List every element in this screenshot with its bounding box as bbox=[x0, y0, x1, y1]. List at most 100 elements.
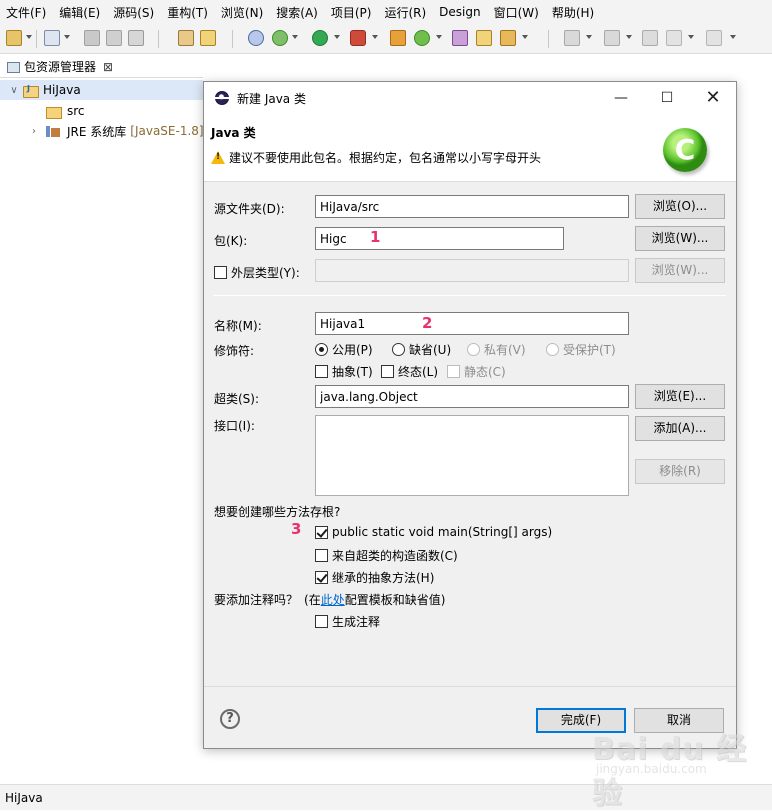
close-button[interactable]: ✕ bbox=[690, 82, 736, 114]
modifier-private-radio: 私有(V) bbox=[467, 341, 526, 358]
save-icon[interactable] bbox=[84, 30, 100, 46]
tree-item-src[interactable]: src bbox=[46, 101, 85, 121]
package-explorer-icon bbox=[6, 60, 20, 73]
forward-arrow-icon[interactable] bbox=[706, 30, 722, 46]
jre-version: [JavaSE-1.8] bbox=[130, 124, 204, 138]
checkbox-box[interactable] bbox=[315, 365, 328, 378]
modifier-final-checkbox[interactable]: 终态(L) bbox=[381, 363, 438, 380]
new-java-project-icon[interactable] bbox=[414, 30, 430, 46]
inherited-abstract-methods-checkbox[interactable]: 继承的抽象方法(H) bbox=[315, 569, 434, 586]
chevron-down-icon[interactable] bbox=[372, 35, 378, 39]
superclass-input[interactable] bbox=[315, 385, 629, 408]
generate-comments-checkbox[interactable]: 生成注释 bbox=[315, 613, 380, 630]
open-folder-icon[interactable] bbox=[476, 30, 492, 46]
package-explorer-tab[interactable]: 包资源管理器 ⊠ bbox=[0, 56, 203, 78]
checkbox-box[interactable] bbox=[381, 365, 394, 378]
help-icon[interactable]: ? bbox=[220, 709, 240, 729]
tree-item-project[interactable]: ∨ HiJava bbox=[0, 80, 203, 100]
menu-design[interactable]: Design bbox=[439, 5, 480, 19]
toolbar-separator bbox=[158, 30, 159, 48]
toolbar bbox=[0, 24, 772, 54]
chevron-down-icon[interactable] bbox=[436, 35, 442, 39]
radio-circle[interactable] bbox=[392, 343, 405, 356]
run-icon[interactable] bbox=[312, 30, 328, 46]
source-folder-icon bbox=[46, 104, 62, 119]
watermark-url: jingyan.baidu.com bbox=[596, 762, 707, 776]
debug-icon[interactable] bbox=[272, 30, 288, 46]
chevron-right-icon[interactable]: › bbox=[28, 126, 40, 137]
configure-templates-link[interactable]: 此处 bbox=[321, 593, 345, 607]
chevron-down-icon[interactable]: ∨ bbox=[8, 85, 20, 96]
minimize-button[interactable]: — bbox=[598, 82, 644, 114]
radio-circle[interactable] bbox=[315, 343, 328, 356]
next-annotation-icon[interactable] bbox=[564, 30, 580, 46]
modifier-public-radio[interactable]: 公用(P) bbox=[315, 341, 373, 358]
chevron-down-icon[interactable] bbox=[586, 35, 592, 39]
browse-superclass-button[interactable]: 浏览(E)... bbox=[635, 384, 725, 409]
package-input[interactable] bbox=[315, 227, 564, 250]
menu-help[interactable]: 帮助(H) bbox=[552, 4, 594, 21]
menu-search[interactable]: 搜索(A) bbox=[276, 4, 318, 21]
dialog-titlebar[interactable]: 新建 Java 类 — ☐ ✕ bbox=[204, 82, 736, 114]
chevron-down-icon[interactable] bbox=[64, 35, 70, 39]
menu-source[interactable]: 源码(S) bbox=[113, 4, 154, 21]
menu-refactor[interactable]: 重构(T) bbox=[167, 4, 208, 21]
browse-package-button[interactable]: 浏览(W)... bbox=[635, 226, 725, 251]
source-folder-input[interactable] bbox=[315, 195, 629, 218]
print-icon[interactable] bbox=[128, 30, 144, 46]
chevron-down-icon[interactable] bbox=[334, 35, 340, 39]
superclass-label: 超类(S): bbox=[214, 392, 260, 406]
modifier-abstract-checkbox[interactable]: 抽象(T) bbox=[315, 363, 373, 380]
menu-project[interactable]: 项目(P) bbox=[331, 4, 372, 21]
back-arrow-icon[interactable] bbox=[666, 30, 682, 46]
class-name-input[interactable] bbox=[315, 312, 629, 335]
menu-navigate[interactable]: 浏览(N) bbox=[221, 4, 263, 21]
enclosing-type-label: 外层类型(Y): bbox=[231, 266, 300, 280]
close-icon[interactable]: ⊠ bbox=[103, 60, 113, 74]
checkbox-box[interactable] bbox=[315, 525, 328, 539]
external-tools-icon[interactable] bbox=[390, 30, 406, 46]
menu-file[interactable]: 文件(F) bbox=[6, 4, 46, 21]
open-type-icon[interactable] bbox=[200, 30, 216, 46]
checkbox-box[interactable] bbox=[315, 571, 328, 584]
build-icon[interactable] bbox=[178, 30, 194, 46]
search-icon[interactable] bbox=[500, 30, 516, 46]
modifier-public-label: 公用(P) bbox=[332, 343, 373, 357]
chevron-down-icon[interactable] bbox=[730, 35, 736, 39]
checkbox-box[interactable] bbox=[315, 549, 328, 562]
maximize-button[interactable]: ☐ bbox=[644, 82, 690, 114]
modifier-final-label: 终态(L) bbox=[398, 365, 439, 379]
previous-annotation-icon[interactable] bbox=[604, 30, 620, 46]
chevron-down-icon[interactable] bbox=[26, 35, 32, 39]
superclass-constructors-checkbox[interactable]: 来自超类的构造函数(C) bbox=[315, 547, 458, 564]
menu-edit[interactable]: 编辑(E) bbox=[59, 4, 100, 21]
new-package-icon[interactable] bbox=[452, 30, 468, 46]
modifier-default-radio[interactable]: 缺省(U) bbox=[392, 341, 451, 358]
save-all-icon[interactable] bbox=[106, 30, 122, 46]
run-coverage-icon[interactable] bbox=[350, 30, 366, 46]
menu-bar: 文件(F) 编辑(E) 源码(S) 重构(T) 浏览(N) 搜索(A) 项目(P… bbox=[0, 0, 772, 24]
new-file-icon[interactable] bbox=[44, 30, 60, 46]
main-method-checkbox[interactable]: public static void main(String[] args) bbox=[315, 525, 552, 539]
menu-window[interactable]: 窗口(W) bbox=[494, 4, 539, 21]
checkbox-box[interactable] bbox=[214, 266, 227, 279]
add-interface-button[interactable]: 添加(A)... bbox=[635, 416, 725, 441]
enclosing-type-checkbox[interactable]: 外层类型(Y): bbox=[214, 264, 300, 281]
modifier-abstract-label: 抽象(T) bbox=[332, 365, 373, 379]
section-separator bbox=[213, 295, 726, 296]
dialog-header: Java 类 建议不要使用此包名。根据约定，包名通常以小写字母开头 C bbox=[204, 114, 736, 182]
tree-item-jre[interactable]: › JRE 系统库 [JavaSE-1.8] bbox=[28, 121, 204, 141]
checkbox-box[interactable] bbox=[315, 615, 328, 628]
chevron-down-icon[interactable] bbox=[522, 35, 528, 39]
chevron-down-icon[interactable] bbox=[688, 35, 694, 39]
last-edit-icon[interactable] bbox=[642, 30, 658, 46]
browse-source-folder-button[interactable]: 浏览(O)... bbox=[635, 194, 725, 219]
chevron-down-icon[interactable] bbox=[292, 35, 298, 39]
interfaces-list[interactable] bbox=[315, 415, 629, 496]
warning-icon bbox=[211, 151, 225, 164]
new-java-class-dialog: 新建 Java 类 — ☐ ✕ Java 类 建议不要使用此包名。根据约定，包名… bbox=[203, 81, 737, 749]
chevron-down-icon[interactable] bbox=[626, 35, 632, 39]
menu-run[interactable]: 运行(R) bbox=[384, 4, 426, 21]
toggle-breakpoint-icon[interactable] bbox=[248, 30, 264, 46]
new-wizard-icon[interactable] bbox=[6, 30, 22, 46]
